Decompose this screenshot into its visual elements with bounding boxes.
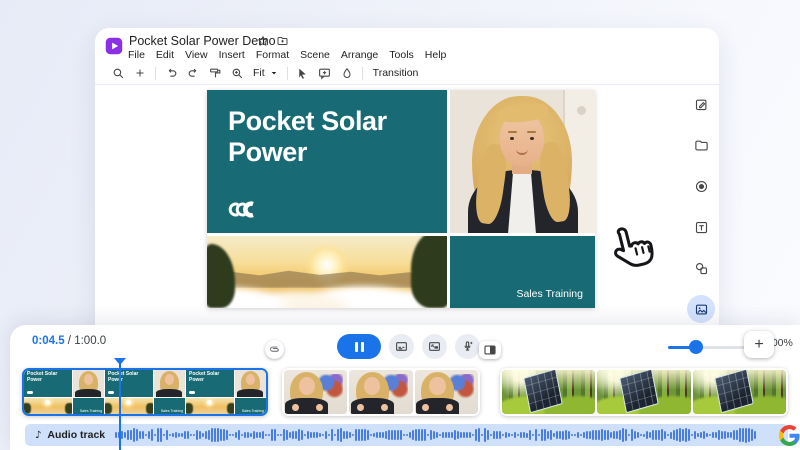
paperclip-icon bbox=[267, 342, 283, 358]
solar-thumbnail bbox=[693, 370, 786, 414]
pause-button[interactable] bbox=[337, 334, 381, 359]
timeline-panel: 0:04.5 / 1:00.0 100% Pocket So bbox=[10, 325, 800, 450]
transition-button[interactable]: Transition bbox=[367, 67, 425, 79]
fit-zoom-select[interactable]: Fit bbox=[248, 67, 283, 79]
pause-icon bbox=[355, 342, 358, 352]
pip-icon bbox=[428, 340, 441, 353]
chevron-down-icon bbox=[270, 69, 278, 77]
total-time: 1:00.0 bbox=[74, 335, 106, 347]
transition-icon bbox=[484, 345, 496, 355]
audio-track-label: Audio track bbox=[47, 429, 105, 441]
background-drop-icon[interactable] bbox=[336, 64, 358, 82]
audio-track[interactable]: ♪ Audio track bbox=[25, 424, 788, 446]
current-time: 0:04.5 bbox=[32, 335, 65, 347]
playhead[interactable] bbox=[113, 358, 127, 450]
audio-waveform bbox=[115, 424, 778, 446]
clip-thumb bbox=[502, 370, 595, 414]
google-logo bbox=[779, 425, 800, 446]
clip-thumb bbox=[284, 370, 347, 414]
move-folder-icon[interactable] bbox=[276, 35, 289, 47]
menu-item-format[interactable]: Format bbox=[256, 49, 289, 61]
captions-button[interactable] bbox=[389, 334, 414, 359]
solar-thumbnail bbox=[597, 370, 690, 414]
playhead-line bbox=[119, 363, 121, 450]
slide-title: Pocket Solar Power bbox=[228, 106, 438, 167]
music-note-icon: ♪ bbox=[35, 430, 41, 441]
image-icon[interactable] bbox=[687, 295, 715, 323]
clips-row: Pocket Solar Power Sales Training Pocket… bbox=[10, 368, 800, 418]
brand-logo bbox=[228, 201, 258, 218]
timeline-clip-webcam[interactable] bbox=[282, 368, 480, 416]
add-clip-button[interactable]: + bbox=[744, 331, 774, 358]
select-cursor-icon[interactable] bbox=[292, 64, 314, 82]
fit-label: Fit bbox=[253, 67, 265, 79]
clip-thumb bbox=[415, 370, 478, 414]
slide-footer-panel: Sales Training bbox=[450, 236, 595, 308]
timeline-clip-slide[interactable]: Pocket Solar Power Sales Training Pocket… bbox=[22, 368, 268, 416]
clip-thumb: Pocket Solar Power Sales Training bbox=[186, 370, 266, 414]
menu-item-scene[interactable]: Scene bbox=[300, 49, 330, 61]
transition-badge[interactable] bbox=[479, 341, 501, 359]
window-header: Pocket Solar Power Demo File Edit View Inse… bbox=[95, 28, 719, 62]
slide-thumbnail: Pocket Solar Power Sales Training bbox=[24, 370, 104, 414]
clip-thumb bbox=[693, 370, 786, 414]
text-box-icon[interactable] bbox=[687, 213, 715, 241]
insert-sidebar bbox=[686, 90, 716, 364]
webcam-detector bbox=[577, 106, 586, 115]
undo-icon[interactable] bbox=[160, 64, 182, 82]
star-icon[interactable] bbox=[257, 35, 269, 47]
mic-add-icon bbox=[461, 340, 474, 353]
menu-item-arrange[interactable]: Arrange bbox=[341, 49, 378, 61]
attached-audio-badge[interactable] bbox=[265, 340, 284, 359]
menu-item-tools[interactable]: Tools bbox=[389, 49, 414, 61]
webcam-thumbnail bbox=[284, 370, 347, 414]
vids-logo-icon bbox=[105, 37, 123, 55]
pip-button[interactable] bbox=[422, 334, 447, 359]
document-title[interactable]: Pocket Solar Power Demo bbox=[129, 34, 276, 48]
insert-plus-icon[interactable] bbox=[129, 64, 151, 82]
folder-icon[interactable] bbox=[687, 131, 715, 159]
toolbar: Fit Transition bbox=[95, 62, 719, 85]
toolbar-divider bbox=[287, 67, 288, 80]
toolbar-divider bbox=[362, 67, 363, 80]
zoom-in-icon[interactable] bbox=[226, 64, 248, 82]
edit-square-icon[interactable] bbox=[687, 90, 715, 118]
record-icon[interactable] bbox=[687, 172, 715, 200]
slide-title-panel: Pocket Solar Power bbox=[207, 90, 447, 233]
slide-thumbnail: Pocket Solar Power Sales Training bbox=[186, 370, 266, 414]
shapes-icon[interactable] bbox=[687, 254, 715, 282]
captions-icon bbox=[395, 340, 408, 353]
timeline-clip-solar[interactable] bbox=[500, 368, 788, 416]
webcam-thumbnail bbox=[415, 370, 478, 414]
search-icon[interactable] bbox=[107, 64, 129, 82]
slide-canvas[interactable]: Pocket Solar Power bbox=[207, 90, 595, 308]
menu-item-help[interactable]: Help bbox=[425, 49, 447, 61]
solar-thumbnail bbox=[502, 370, 595, 414]
clip-thumb bbox=[597, 370, 690, 414]
playback-controls bbox=[337, 334, 480, 359]
menu-bar: File Edit View Insert Format Scene Arrange Tool… bbox=[128, 49, 446, 61]
menu-item-view[interactable]: View bbox=[185, 49, 208, 61]
time-display: 0:04.5 / 1:00.0 bbox=[32, 335, 106, 347]
menu-item-file[interactable]: File bbox=[128, 49, 145, 61]
add-comment-icon[interactable] bbox=[314, 64, 336, 82]
paint-format-icon[interactable] bbox=[204, 64, 226, 82]
toolbar-divider bbox=[155, 67, 156, 80]
slider-knob[interactable] bbox=[689, 340, 703, 354]
slide-footer-text: Sales Training bbox=[516, 288, 583, 300]
screen: Pocket Solar Power Demo File Edit View Inse… bbox=[0, 0, 800, 450]
clip-thumb: Pocket Solar Power Sales Training bbox=[24, 370, 104, 414]
menu-item-insert[interactable]: Insert bbox=[219, 49, 245, 61]
clip-thumb bbox=[349, 370, 412, 414]
webcam-thumbnail bbox=[349, 370, 412, 414]
redo-icon[interactable] bbox=[182, 64, 204, 82]
record-voiceover-button[interactable] bbox=[455, 334, 480, 359]
slide-webcam-video bbox=[450, 90, 595, 233]
slide-sunset-photo bbox=[207, 236, 447, 308]
time-separator: / bbox=[65, 335, 75, 347]
app-window: Pocket Solar Power Demo File Edit View Inse… bbox=[95, 28, 719, 340]
menu-item-edit[interactable]: Edit bbox=[156, 49, 174, 61]
